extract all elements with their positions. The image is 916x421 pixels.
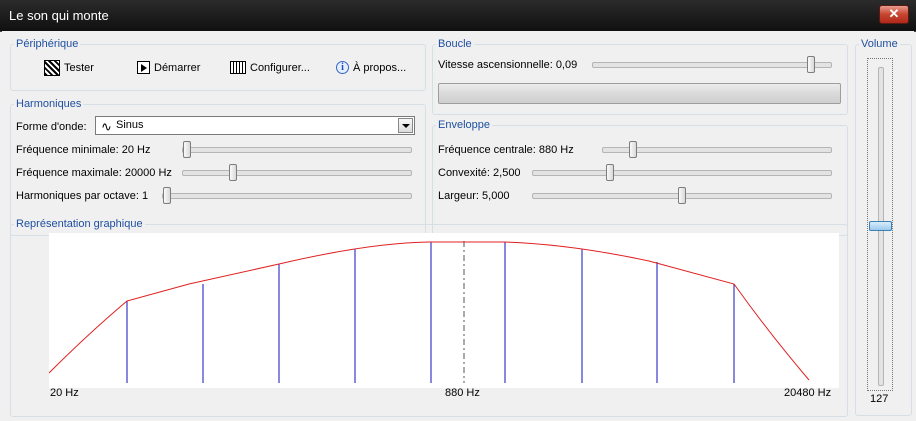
freq-min-label: Fréquence minimale: 20 Hz <box>16 144 151 156</box>
largeur-slider[interactable] <box>532 187 832 205</box>
harmonic-lines <box>126 242 735 383</box>
x-label-right: 20480 Hz <box>784 387 832 399</box>
configurer-button[interactable]: Configurer... <box>230 61 310 74</box>
convexite-slider[interactable] <box>532 164 832 182</box>
freq-min-slider[interactable] <box>182 141 412 159</box>
convexite-label: Convexité: 2,500 <box>438 167 521 179</box>
close-button[interactable]: ✕ <box>879 5 909 24</box>
harm-octave-slider[interactable] <box>162 187 412 205</box>
convexite-track <box>532 170 832 176</box>
vitesse-thumb[interactable] <box>806 56 815 73</box>
demarrer-button[interactable]: Démarrer <box>137 61 200 74</box>
freq-min-track <box>182 147 412 153</box>
vitesse-slider[interactable] <box>592 56 832 74</box>
freq-centrale-slider[interactable] <box>602 141 832 159</box>
configurer-label: Configurer... <box>250 61 310 74</box>
freq-centrale-label: Fréquence centrale: 880 Hz <box>438 144 574 156</box>
freq-centrale-thumb[interactable] <box>629 141 638 158</box>
volume-legend: Volume <box>861 38 898 50</box>
forme-onde-value: Sinus <box>116 119 144 131</box>
client-area: Périphérique Tester Démarrer Configurer.… <box>2 31 914 419</box>
info-icon: i <box>336 61 349 74</box>
harm-octave-label: Harmoniques par octave: 1 <box>16 190 149 202</box>
forme-onde-label: Forme d'onde: <box>16 121 87 133</box>
spectrum-svg <box>48 241 810 383</box>
vitesse-track <box>592 62 832 68</box>
boucle-legend: Boucle <box>438 38 472 50</box>
largeur-thumb[interactable] <box>678 187 686 204</box>
main-window: Le son qui monte ✕ Périphérique Tester D… <box>0 0 916 421</box>
harmoniques-legend: Harmoniques <box>16 98 82 110</box>
peripherique-legend: Périphérique <box>16 38 79 50</box>
harm-octave-thumb[interactable] <box>163 187 171 204</box>
volume-value: 127 <box>870 393 889 405</box>
apropos-label: À propos... <box>353 61 407 74</box>
freq-max-slider[interactable] <box>182 164 412 182</box>
x-label-left: 20 Hz <box>50 387 79 399</box>
representation-legend: Représentation graphique <box>16 218 143 230</box>
sine-wave-icon: ∿ <box>101 119 112 134</box>
tester-button[interactable]: Tester <box>44 60 94 76</box>
freq-min-thumb[interactable] <box>183 141 191 158</box>
envelope-curve <box>48 241 810 381</box>
volume-slider[interactable] <box>867 58 893 391</box>
chevron-down-icon[interactable] <box>398 118 413 133</box>
x-label-center: 880 Hz <box>445 387 480 399</box>
freq-max-thumb[interactable] <box>229 164 238 181</box>
freq-max-label: Fréquence maximale: 20000 Hz <box>16 167 172 179</box>
apropos-button[interactable]: i À propos... <box>336 61 406 74</box>
harm-octave-track <box>162 193 412 199</box>
boucle-progress-bar <box>438 83 841 104</box>
vitesse-label: Vitesse ascensionnelle: 0,09 <box>438 59 578 71</box>
close-icon: ✕ <box>888 6 900 21</box>
convexite-thumb[interactable] <box>605 164 614 181</box>
configure-icon <box>230 61 246 74</box>
demarrer-label: Démarrer <box>154 61 201 74</box>
spectrum-graph <box>48 233 839 388</box>
test-icon <box>44 60 60 76</box>
title-bar[interactable]: Le son qui monte ✕ <box>0 0 916 32</box>
largeur-label: Largeur: 5,000 <box>438 190 510 202</box>
tester-label: Tester <box>64 62 94 74</box>
window-title: Le son qui monte <box>9 8 109 23</box>
forme-onde-select[interactable]: ∿ Sinus <box>95 116 415 135</box>
play-icon <box>137 61 150 74</box>
volume-thumb[interactable] <box>869 220 892 231</box>
freq-max-track <box>182 170 412 176</box>
enveloppe-legend: Enveloppe <box>438 119 490 131</box>
